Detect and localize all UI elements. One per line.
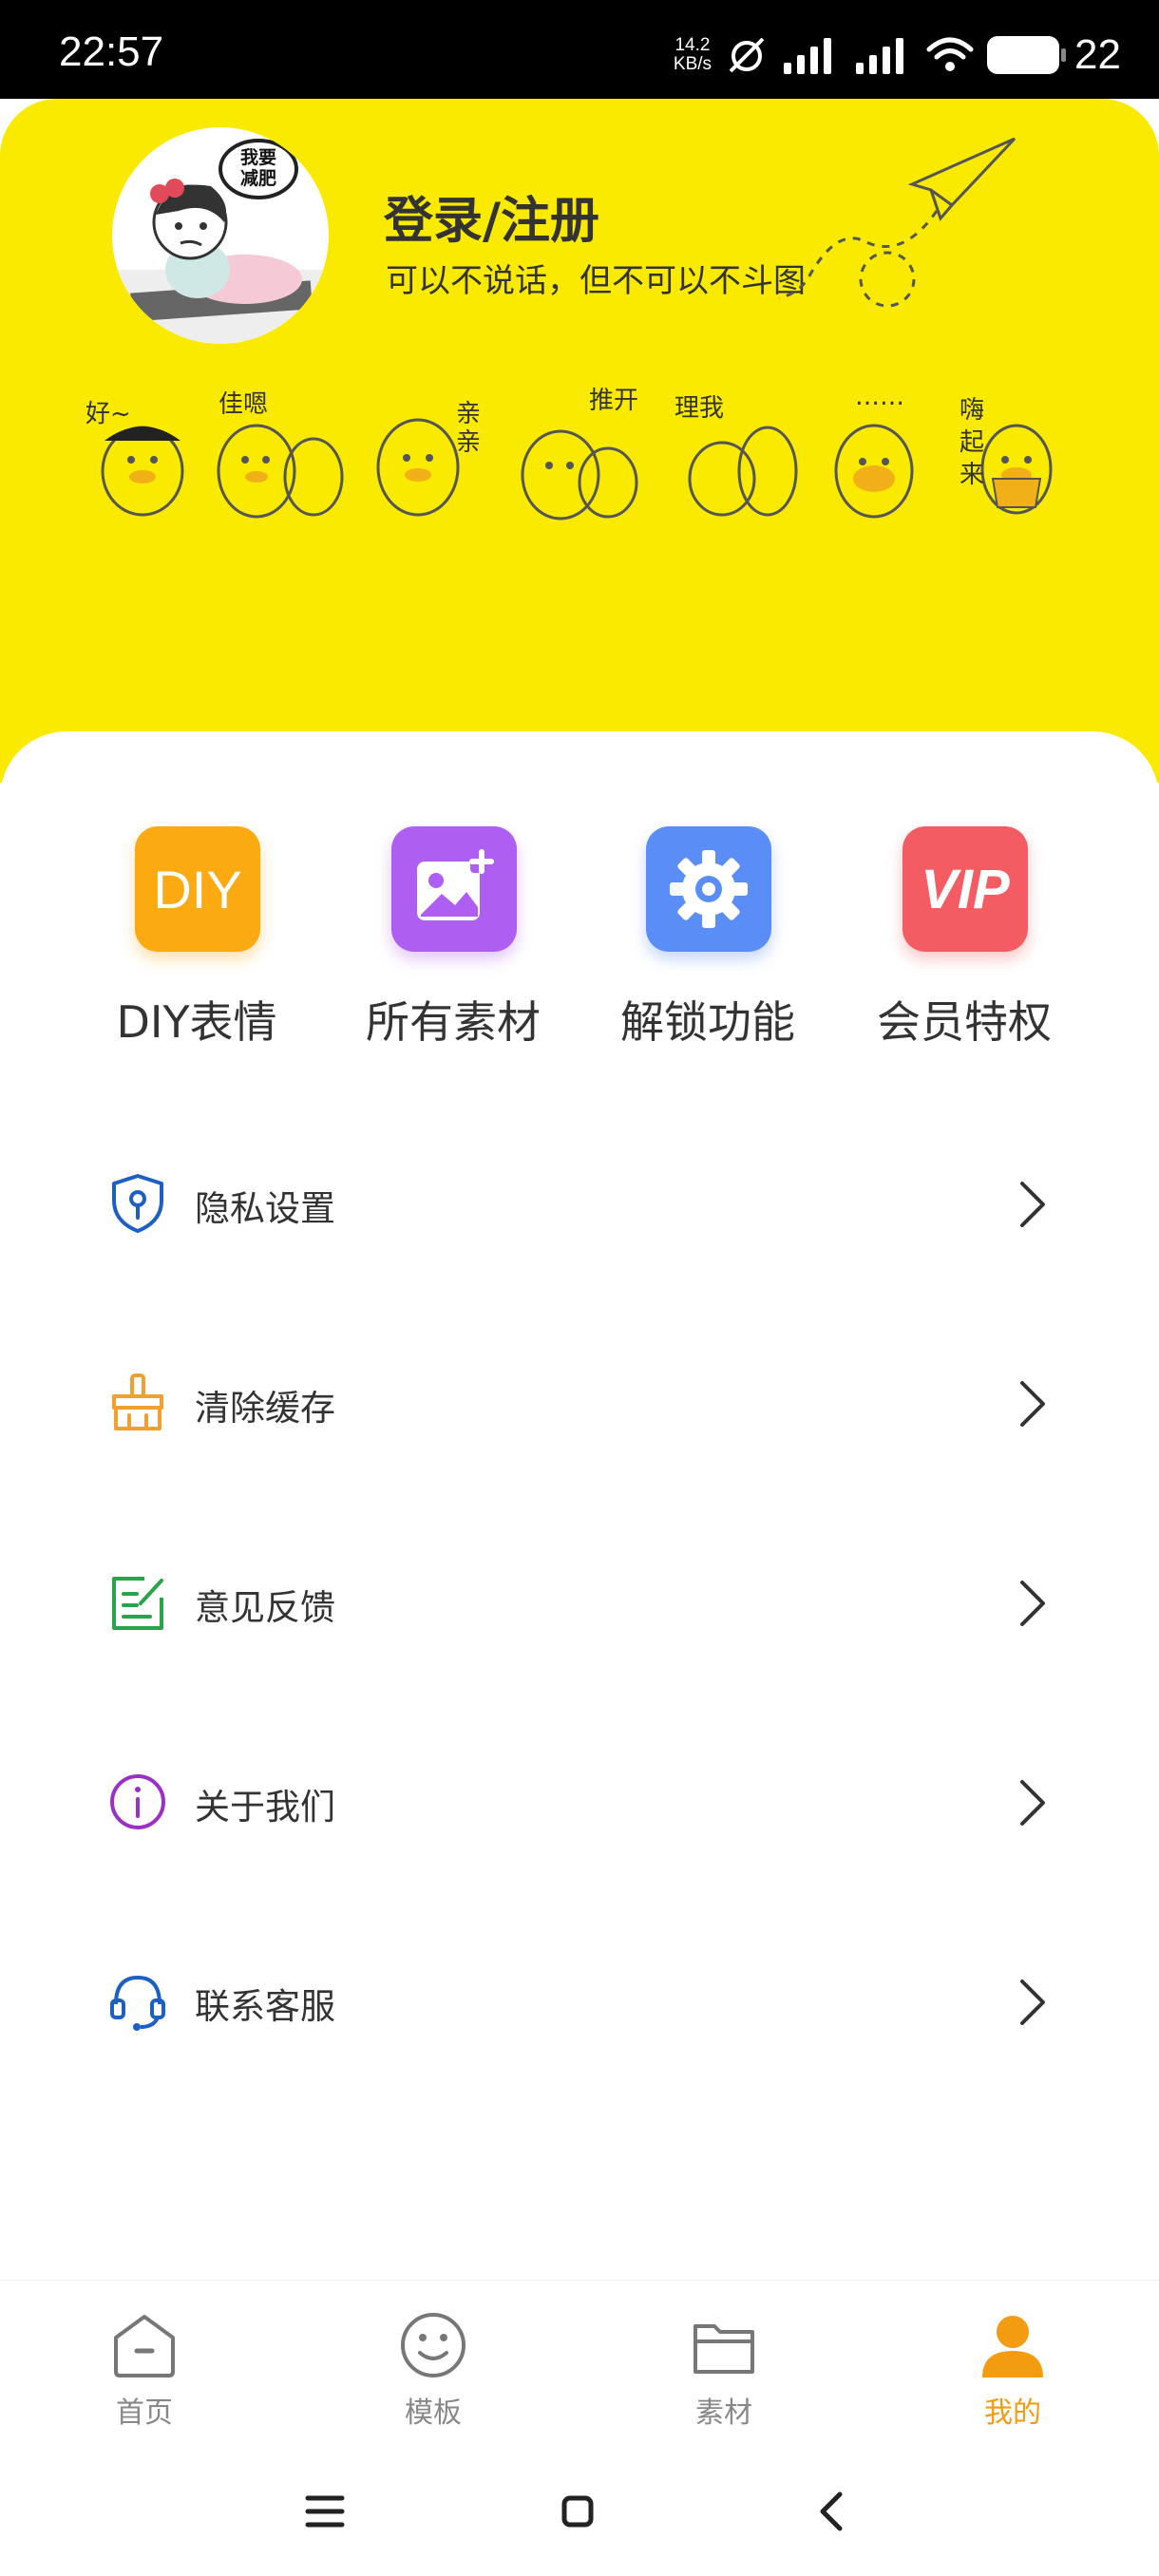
menu-icon[interactable] [296,2483,353,2540]
menu-item-label: 清除缓存 [195,1388,335,1429]
content-card: DIY DIY表情 所有素材 解锁功能 VIP 会员特权 隐私设置 清除缓存 意… [0,731,1159,2280]
login-register-button[interactable]: 登录/注册 [384,180,599,252]
paper-plane-icon [778,137,1016,308]
tab-templates[interactable]: 模板 [338,2300,528,2442]
folder-icon [694,2324,754,2374]
svg-text:嗨: 嗨 [960,396,984,425]
menu-item-label: 隐私设置 [195,1188,335,1229]
alarm-off-icon [729,37,765,73]
tab-label: 素材 [695,2396,752,2430]
signal-icon [784,38,832,74]
quick-action-unlock[interactable]: 解锁功能 [580,826,836,1073]
battery-level: 22 [1074,31,1121,78]
chevron-right-icon [1020,1780,1045,1826]
menu-item-privacy[interactable]: 隐私设置 [0,1130,1159,1273]
status-time: 22:57 [59,28,164,75]
profile-header: 我要 减肥 登录/注册 可以不说话，但不可以不斗图 好~ 佳嗯 亲 亲 推开 理… [0,99,1159,783]
svg-text:我要: 我要 [240,147,276,168]
signal-icon-2 [856,38,904,74]
tab-mine[interactable]: 我的 [918,2300,1108,2442]
chevron-right-icon [1020,1581,1045,1626]
smile-icon [401,2313,466,2377]
svg-text:减肥: 减肥 [240,167,276,189]
image-add-icon [391,826,517,952]
quick-action-label: DIY表情 [116,996,277,1048]
status-bar: 22:57 14.2 KB/s 22 [0,0,1159,99]
menu-item-label: 意见反馈 [195,1587,335,1628]
info-icon [110,1774,165,1829]
net-speed: 14.2 KB/s [673,35,712,74]
tab-materials[interactable]: 素材 [629,2300,819,2442]
menu-item-label: 联系客服 [195,1986,335,2027]
chevron-right-icon [1020,1182,1045,1227]
svg-text:好~: 好~ [86,400,131,428]
battery-icon [987,36,1067,74]
menu-item-about[interactable]: 关于我们 [0,1729,1159,1871]
broom-icon [112,1373,163,1430]
bottom-tab-bar: 首页 模板 素材 我的 [0,2280,1159,2449]
headset-icon [110,1975,165,2031]
gear-icon [646,826,771,952]
edit-note-icon [112,1577,163,1630]
quick-action-all-materials[interactable]: 所有素材 [325,826,581,1073]
chevron-right-icon [1020,1381,1045,1427]
home-button-icon[interactable] [549,2483,606,2540]
tab-label: 我的 [984,2396,1041,2430]
home-icon [114,2315,175,2377]
quick-action-label: 解锁功能 [620,996,795,1048]
sticker-row-icon: 好~ 佳嗯 亲亲 推开 理我 …… 嗨起来 [86,384,1053,521]
vip-icon: VIP [902,826,1028,952]
quick-action-label: 会员特权 [877,996,1052,1048]
svg-text:亲: 亲 [456,428,481,457]
user-icon [982,2316,1043,2377]
chevron-right-icon [1020,1979,1045,2025]
menu-item-feedback[interactable]: 意见反馈 [0,1529,1159,1672]
tab-home[interactable]: 首页 [49,2300,239,2442]
avatar-cartoon-icon: 我要 减肥 [112,139,329,344]
system-navigation-bar [0,2449,1159,2576]
status-icons: 14.2 KB/s 22 [674,27,1121,84]
svg-text:理我: 理我 [674,394,724,423]
svg-text:来: 来 [960,461,984,489]
wifi-icon [926,37,974,71]
svg-text:推开: 推开 [589,387,638,415]
tab-label: 模板 [405,2396,462,2430]
tab-label: 首页 [116,2396,173,2430]
menu-item-customer-service[interactable]: 联系客服 [0,1928,1159,2071]
quick-actions: DIY DIY表情 所有素材 解锁功能 VIP 会员特权 [0,826,1159,1073]
svg-text:亲: 亲 [456,400,481,428]
quick-action-vip[interactable]: VIP 会员特权 [836,826,1092,1073]
svg-text:起: 起 [960,428,984,457]
avatar[interactable]: 我要 减肥 [112,127,329,344]
svg-text:佳嗯: 佳嗯 [218,390,268,419]
svg-text:……: …… [855,384,904,411]
menu-item-clear-cache[interactable]: 清除缓存 [0,1330,1159,1472]
login-subtitle: 可以不说话，但不可以不斗图 [386,262,806,300]
quick-action-label: 所有素材 [366,996,541,1048]
diy-icon: DIY [135,826,260,952]
menu-item-label: 关于我们 [195,1787,335,1828]
shield-key-icon [112,1174,163,1233]
back-icon[interactable] [804,2483,861,2540]
quick-action-diy[interactable]: DIY DIY表情 [68,826,325,1073]
